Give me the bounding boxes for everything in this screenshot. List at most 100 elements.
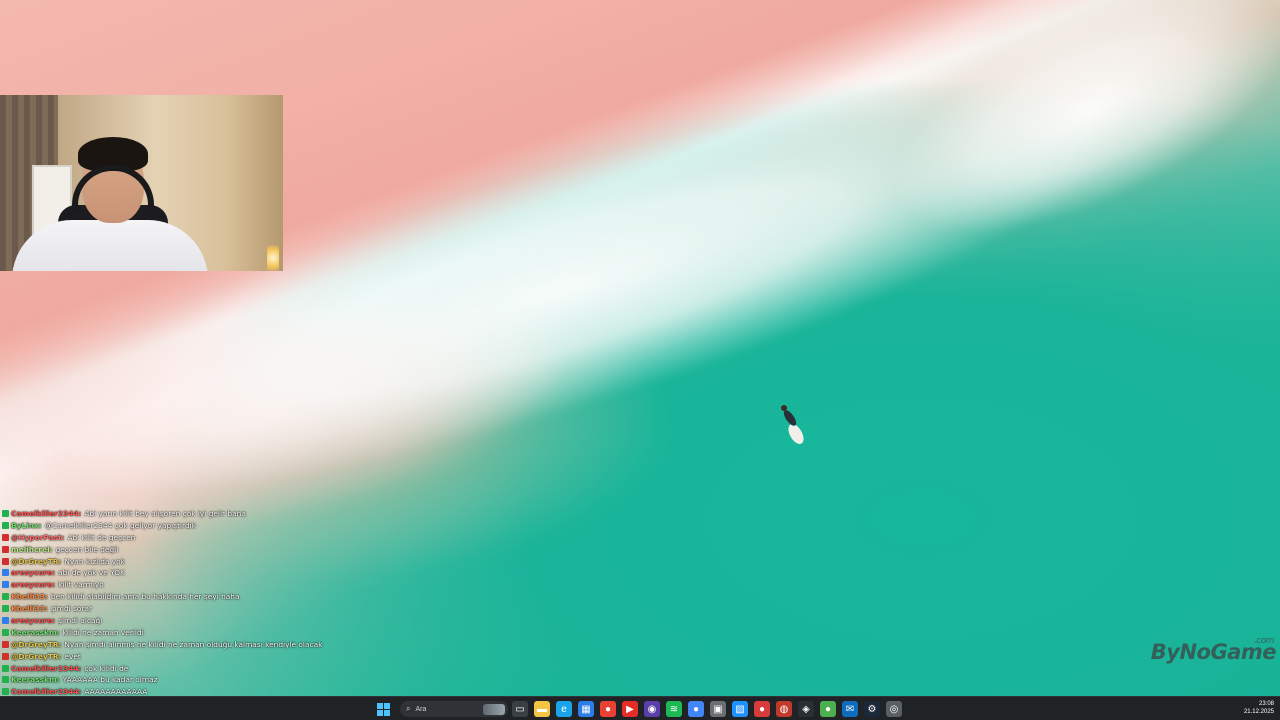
chat-username: @DrGreyTR: (11, 639, 62, 649)
windows-start-icon[interactable] (377, 702, 390, 716)
chat-username: @DrGreyTR: (11, 651, 62, 661)
chat-badge-icon (2, 640, 9, 648)
chat-username: Camelkiller2344: (11, 687, 82, 697)
chat-badge-icon (2, 688, 9, 696)
chat-text: geçcen bile değil (55, 544, 119, 554)
taskbar-center: ⌕ Ara ▭ ▬ e ▦ ● ▶ ◉ ≋ ● ▣ ▧ ● ◍ ◈ ● ✉ ⚙ ◎ (377, 700, 908, 718)
chat-badge-icon (2, 557, 9, 565)
steam-icon[interactable]: ⚙ (864, 701, 880, 717)
mail-icon[interactable]: ✉ (842, 701, 858, 717)
steam-alt-icon[interactable]: ◈ (798, 701, 814, 717)
chat-message: melihcrel: geçcen bile değil (2, 544, 332, 556)
chat-text: Abi kilit de geçcen (67, 532, 136, 542)
chat-message: Kbelli33: ben kilidi alabildim ama bu hak… (2, 591, 332, 603)
chat-text: Nyan kızlıda yok (64, 556, 125, 566)
chat-message: Camelkiller2344: çok kilidi de (2, 663, 332, 675)
obs-icon[interactable]: ◉ (644, 701, 660, 717)
chat-badge-icon (2, 605, 9, 613)
app-red-icon[interactable]: ● (754, 701, 770, 717)
chat-badge-icon (2, 593, 9, 601)
chat-text: kilit varmıyo (58, 580, 104, 590)
webcam-overlay (0, 95, 283, 271)
chat-message: Camelkiller2344: Abi yarın kilit bey alış… (2, 508, 332, 520)
chat-message: @DrGreyTR: Nyan şimdi alınmış ne kilidi n… (2, 639, 332, 651)
chat-text: ben kilidi alabildim ama bu hakkında her… (50, 592, 240, 602)
task-view-icon[interactable]: ▭ (512, 701, 528, 717)
edge-icon[interactable]: e (556, 701, 572, 717)
chat-badge-icon (2, 510, 9, 517)
chrome-dev-icon[interactable]: ● (820, 701, 836, 717)
chat-badge-icon (2, 545, 9, 553)
app-gray-icon[interactable]: ◎ (886, 701, 902, 717)
chat-text: Nyan şimdi alınmış ne kilidi ne zaman ol… (64, 639, 323, 649)
chat-badge-icon (2, 521, 9, 529)
chat-message: ByLinx: @Camelkiller2344 çok geliyor yapı… (2, 520, 332, 532)
chat-message: Kbelli33: şimdi sorar (2, 603, 332, 615)
chat-text: evet (64, 651, 81, 661)
chat-username: ByLinx: (11, 520, 42, 530)
chat-username: @HyperPast: (11, 532, 65, 542)
search-placeholder: Ara (415, 705, 427, 713)
chat-username: @DrGreyTR: (11, 556, 62, 566)
taskbar-apps: ▭ ▬ e ▦ ● ▶ ◉ ≋ ● ▣ ▧ ● ◍ ◈ ● ✉ ⚙ ◎ (512, 701, 908, 717)
chat-message: aresycure: kilit varmıyo (2, 579, 332, 591)
chat-message: @HyperPast: Abi kilit de geçcen (2, 532, 332, 544)
chat-message: aresycure: şimdi alcağı (2, 615, 332, 627)
chat-text: AAAAAAAAAAAA (84, 687, 148, 697)
chat-text: YAAAAAA bu kadar olmaz (62, 675, 158, 685)
desktop-screen: ByNoGame .com Camelkiller2344: Abi yarın … (0, 0, 1280, 720)
store-icon[interactable]: ▦ (578, 701, 594, 717)
chat-overlay: Camelkiller2344: Abi yarın kilit bey alış… (2, 508, 332, 720)
chat-username: Keerasskm: (11, 627, 60, 637)
chat-badge-icon (2, 652, 9, 660)
surfer-figure (781, 405, 804, 444)
chat-username: Camelkiller2344: (11, 509, 82, 518)
chat-username: melihcrel: (11, 544, 53, 554)
chat-message: Keerasskm: YAAAAAA bu kadar olmaz (2, 674, 332, 686)
chrome-icon[interactable]: ● (600, 701, 616, 717)
system-tray-clock[interactable]: 23:08 21.12.2025 (1244, 700, 1274, 716)
spotify-icon[interactable]: ≋ (666, 701, 682, 717)
wave-foam-right (861, 0, 1280, 281)
clock-date: 21.12.2025 (1243, 709, 1274, 715)
chat-text: çok kilidi de (84, 663, 129, 673)
search-highlight-icon (483, 703, 505, 715)
watermark-suffix: .com (1253, 636, 1275, 646)
chat-message: Keerasskm: kilidi ne zaman verildi (2, 627, 332, 639)
chat-username: Camelkiller2344: (11, 663, 82, 673)
chat-badge-icon (2, 533, 9, 541)
chat-username: Kbelli33: (11, 604, 48, 614)
chat-badge-icon (2, 676, 9, 684)
webcam-person-body (12, 220, 208, 271)
chat-text: abi de yok ve YOK (58, 568, 125, 578)
chat-username: aresycure: (11, 580, 56, 590)
chat-badge-icon (2, 617, 9, 625)
chat-text: şimdi alcağı (58, 616, 103, 626)
app-red2-icon[interactable]: ◍ (776, 701, 792, 717)
chrome-alt-icon[interactable]: ● (688, 701, 704, 717)
watermark: ByNoGame .com (1151, 636, 1277, 664)
chat-badge-icon (2, 628, 9, 636)
terminal-icon[interactable]: ▣ (710, 701, 726, 717)
chat-username: Kbelli33: (11, 592, 48, 602)
wave-foam-main (0, 0, 1169, 581)
chat-message: @DrGreyTR: Nyan kızlıda yok (2, 556, 332, 568)
chat-text: şimdi sorar (50, 604, 93, 614)
chat-username: aresycure: (11, 616, 56, 626)
chat-badge-icon (2, 569, 9, 577)
chat-username: aresycure: (11, 568, 56, 578)
youtube-music-icon[interactable]: ▶ (622, 701, 638, 717)
taskbar: ⌕ Ara ▭ ▬ e ▦ ● ▶ ◉ ≋ ● ▣ ▧ ● ◍ ◈ ● ✉ ⚙ ◎ 23:08 21.12.202… (0, 696, 1280, 720)
photos-icon[interactable]: ▧ (732, 701, 748, 717)
chat-badge-icon (2, 664, 9, 672)
taskbar-search[interactable]: ⌕ Ara (400, 701, 508, 717)
chat-badge-icon (2, 581, 9, 589)
webcam-lamp (267, 245, 279, 271)
chat-username: Keerasskm: (11, 675, 60, 685)
chat-text: kilidi ne zaman verildi (62, 627, 144, 637)
chat-text: Abi yarın kilit bey alışoren çok iyi gel… (84, 509, 246, 518)
chat-message: @DrGreyTR: evet (2, 651, 332, 663)
file-explorer-icon[interactable]: ▬ (534, 701, 550, 717)
chat-text: @Camelkiller2344 çok geliyor yapıştırdık (44, 520, 196, 530)
search-icon: ⌕ (406, 704, 411, 713)
